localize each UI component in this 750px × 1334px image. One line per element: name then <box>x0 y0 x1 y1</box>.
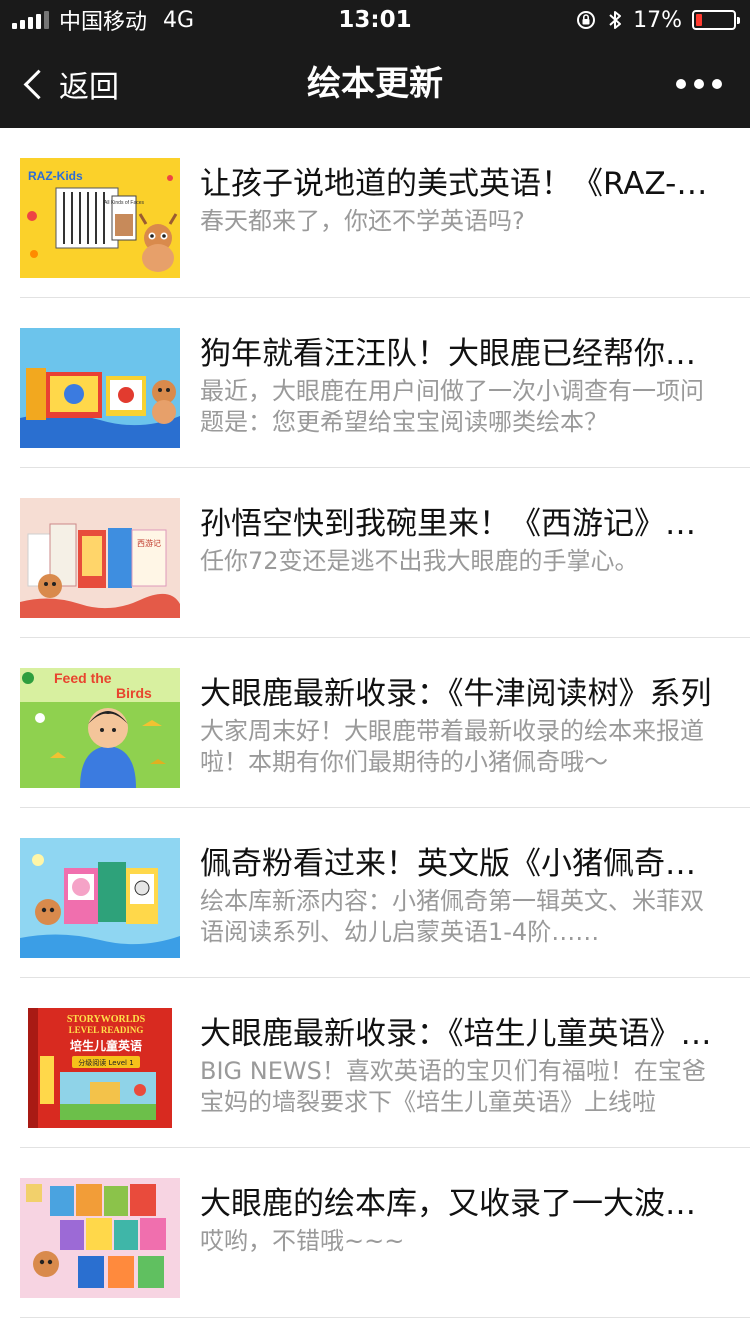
list-item[interactable]: All Kinds of Faces RAZ-Kids 让孩子说地道的美式英语！… <box>0 128 750 298</box>
list-item[interactable]: 狗年就看汪汪队！大眼鹿已经帮你准备好了 最近，大眼鹿在用户间做了一次小调查有一项… <box>0 298 750 468</box>
back-label: 返回 <box>59 70 119 105</box>
article-title: 狗年就看汪汪队！大眼鹿已经帮你准备好了 <box>200 336 714 372</box>
article-thumbnail: STORYWORLDS LEVEL READING 培生儿童英语 分级阅读 Le… <box>20 1008 180 1128</box>
ellipsis-dot <box>694 79 704 89</box>
ellipsis-icon <box>676 79 686 89</box>
article-title: 孙悟空快到我碗里来！《西游记》系列绘本 <box>200 506 714 542</box>
article-list: All Kinds of Faces RAZ-Kids 让孩子说地道的美式英语！… <box>0 128 750 1318</box>
article-title: 佩奇粉看过来！英文版《小猪佩奇》上线 <box>200 846 714 882</box>
thumb-pearson-level: 分级阅读 Level 1 <box>78 1058 133 1067</box>
list-item[interactable]: Feed the Birds 大眼鹿最新收录：《牛津阅读树》系列 大家周末好！大… <box>0 638 750 808</box>
status-right: 17% <box>575 0 740 40</box>
article-thumbnail: Feed the Birds <box>20 668 180 788</box>
thumb-pearson-cn: 培生儿童英语 <box>70 1038 142 1053</box>
article-title: 大眼鹿最新收录：《培生儿童英语》分级阅读 <box>200 1016 714 1052</box>
more-button[interactable] <box>676 40 722 128</box>
list-item[interactable]: 西游记 孙悟空快到我碗里来！《西游记》系列绘本 任你72变还是逃不出我大眼鹿的手… <box>0 468 750 638</box>
thumb-raz-badge: RAZ-Kids <box>28 169 83 183</box>
battery-icon <box>692 10 740 30</box>
article-desc: 绘本库新添内容：小猪佩奇第一辑英文、米菲双语阅读系列、幼儿启蒙英语1-4阶…… <box>200 887 704 946</box>
back-button[interactable]: 返回 <box>20 40 119 128</box>
list-item[interactable]: STORYWORLDS LEVEL READING 培生儿童英语 分级阅读 Le… <box>0 978 750 1148</box>
thumb-pearson-mid: LEVEL READING <box>69 1025 144 1035</box>
navigation-bar: 返回 绘本更新 <box>0 40 750 128</box>
chevron-left-icon <box>23 69 54 99</box>
article-thumbnail <box>20 328 180 448</box>
article-thumbnail <box>20 1178 180 1298</box>
article-title: 大眼鹿最新收录：《牛津阅读树》系列 <box>200 676 712 712</box>
thumb-xiyou-badge: 西游记 <box>137 538 161 548</box>
article-thumbnail <box>20 838 180 958</box>
article-desc: 春天都来了，你还不学英语吗? <box>200 207 525 235</box>
battery-level <box>696 14 702 26</box>
thumb-feed-title-2: Birds <box>116 685 152 701</box>
article-title: 让孩子说地道的美式英语！《RAZ-Kids》 <box>200 166 714 202</box>
battery-percent: 17% <box>633 7 682 33</box>
article-desc: BIG NEWS！喜欢英语的宝贝们有福啦！在宝爸宝妈的墙裂要求下《培生儿童英语》… <box>200 1057 706 1116</box>
ellipsis-dot <box>712 79 722 89</box>
list-item[interactable]: 大眼鹿的绘本库，又收录了一大波好书 哎哟，不错哦~~~ <box>0 1148 750 1318</box>
thumb-feed-title-1: Feed the <box>54 670 112 686</box>
article-desc: 最近，大眼鹿在用户间做了一次小调查有一项问题是：您更希望给宝宝阅读哪类绘本？ <box>200 377 704 436</box>
article-desc: 大家周末好！大眼鹿带着最新收录的绘本来报道啦！本期有你们最期待的小猪佩奇哦～ <box>200 717 704 776</box>
thumb-raz-book-title: All Kinds of Faces <box>104 200 145 206</box>
article-desc: 哎哟，不错哦~~~ <box>200 1227 405 1255</box>
status-bar: 中国移动 4G 13:01 17% <box>0 0 750 40</box>
article-thumbnail: 西游记 <box>20 498 180 618</box>
article-title: 大眼鹿的绘本库，又收录了一大波好书 <box>200 1186 714 1222</box>
thumb-pearson-top: STORYWORLDS <box>67 1014 146 1025</box>
bluetooth-icon <box>609 11 622 29</box>
article-thumbnail: All Kinds of Faces RAZ-Kids <box>20 158 180 278</box>
article-desc: 任你72变还是逃不出我大眼鹿的手掌心。 <box>200 547 639 575</box>
orientation-lock-icon <box>577 11 596 29</box>
list-item[interactable]: 佩奇粉看过来！英文版《小猪佩奇》上线 绘本库新添内容：小猪佩奇第一辑英文、米菲双… <box>0 808 750 978</box>
